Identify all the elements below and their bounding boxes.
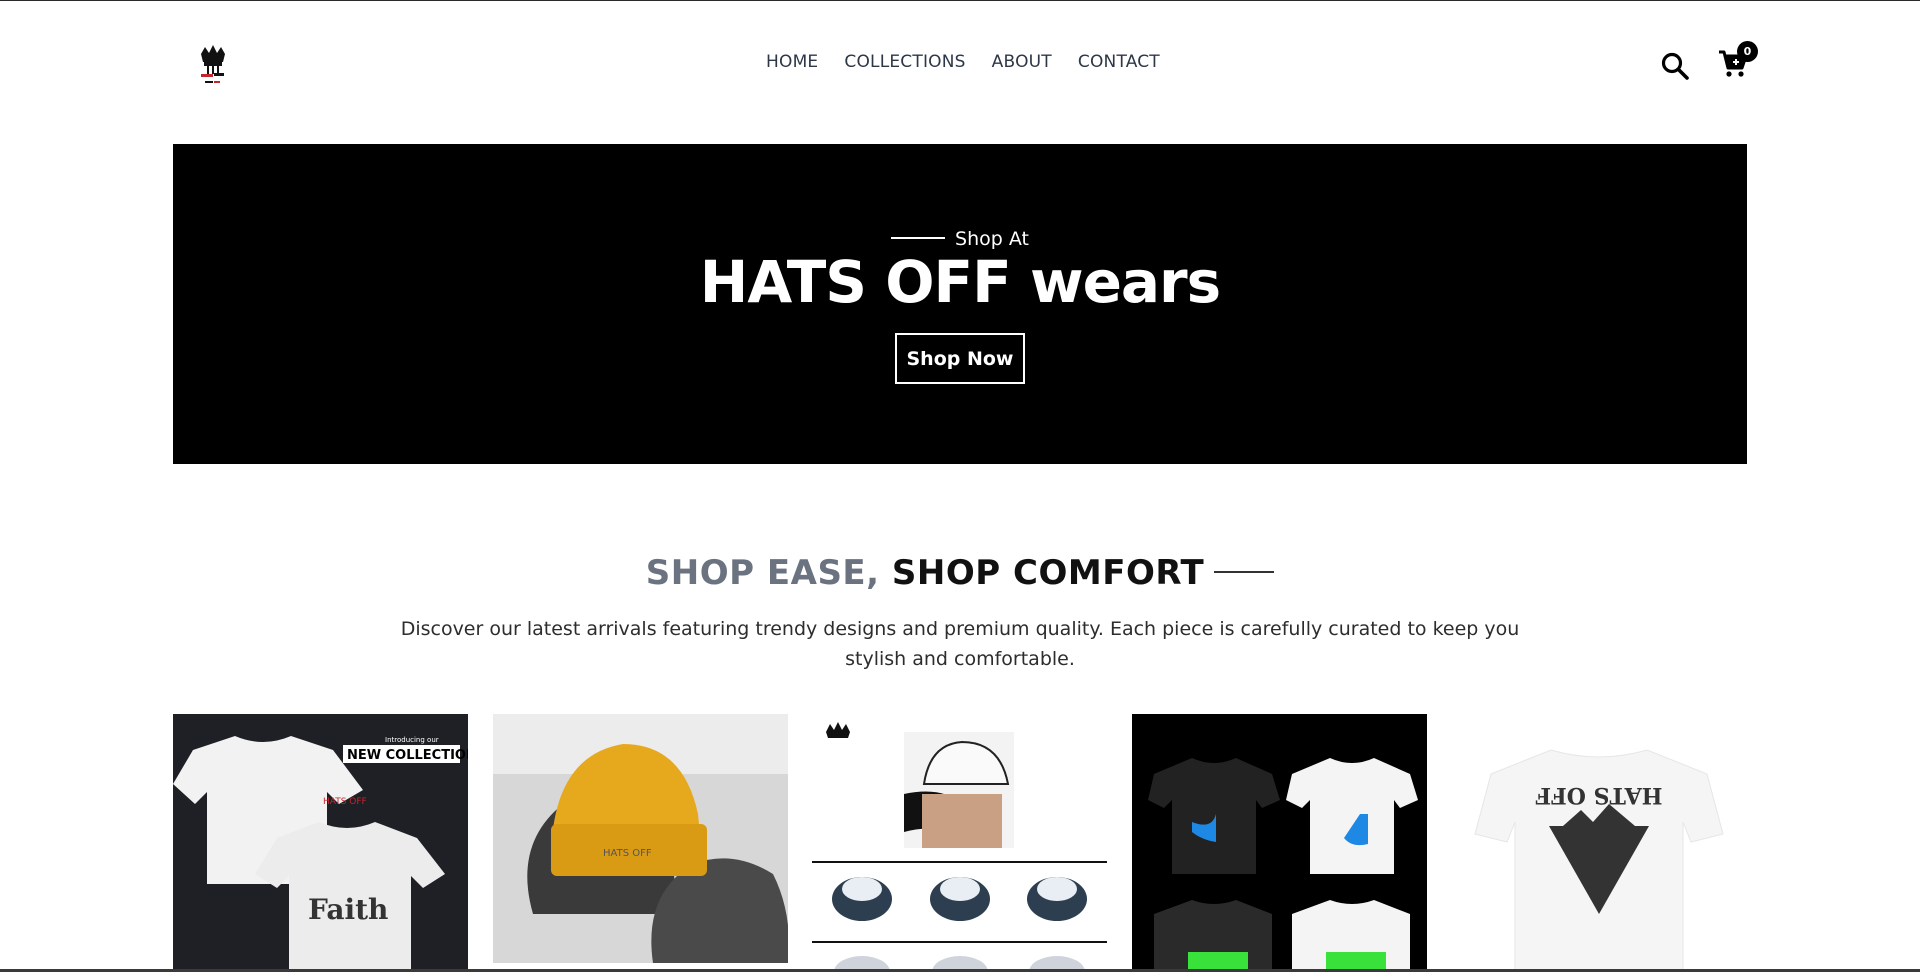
tee-print-text: HATS OFF (1535, 782, 1662, 808)
product-image (1132, 714, 1427, 972)
hero-kicker: Shop At (173, 228, 1747, 250)
brand-logo[interactable] (196, 44, 230, 90)
nav-home[interactable]: HOME (766, 52, 818, 72)
overlay-small-text: Introducing our (385, 736, 439, 744)
cart-count-badge: 0 (1737, 41, 1758, 62)
heading-line (1214, 570, 1275, 573)
product-image: HATS OFF Faith Introducing our NEW COLLE… (173, 714, 468, 972)
hero-banner: Shop At HATS OFF wears Shop Now (173, 144, 1747, 464)
kicker-line (891, 236, 946, 239)
shop-now-button[interactable]: Shop Now (895, 333, 1025, 384)
overlay-big-text: NEW COLLECTION (347, 748, 468, 763)
section-description: Discover our latest arrivals featuring t… (400, 618, 1520, 670)
product-image: HATS OFF (493, 714, 788, 963)
main-nav: HOME COLLECTIONS ABOUT CONTACT (766, 52, 1160, 72)
svg-text:HATS OFF: HATS OFF (323, 797, 367, 807)
hero-title: HATS OFF wears (699, 248, 1221, 316)
nav-collections[interactable]: COLLECTIONS (844, 52, 965, 72)
product-card-mountain-tee[interactable]: HATS OFF (1451, 714, 1746, 972)
page: HOME COLLECTIONS ABOUT CONTACT 0 Shop At… (0, 0, 1920, 972)
heading-muted: SHOP EASE, (645, 553, 880, 593)
heading-strong: SHOP COMFORT (891, 553, 1205, 593)
product-card-tshirts[interactable]: HATS OFF Faith Introducing our NEW COLLE… (173, 714, 468, 972)
product-image: HATS OFF (1451, 714, 1746, 972)
nav-contact[interactable]: CONTACT (1078, 52, 1160, 72)
search-icon[interactable] (1660, 51, 1690, 81)
tshirt-print-text: Faith (308, 893, 388, 926)
svg-text:HATS OFF: HATS OFF (603, 848, 652, 859)
section-heading: SHOP EASE, SHOP COMFORT (0, 553, 1920, 593)
hero-kicker-text: Shop At (955, 228, 1029, 250)
nav-about[interactable]: ABOUT (992, 52, 1052, 72)
top-border (0, 0, 1920, 1)
product-card-beanies[interactable]: HATS OFF (493, 714, 788, 963)
product-card-tees[interactable] (1132, 714, 1427, 972)
product-image (812, 714, 1107, 972)
product-card-caps[interactable] (812, 714, 1107, 972)
